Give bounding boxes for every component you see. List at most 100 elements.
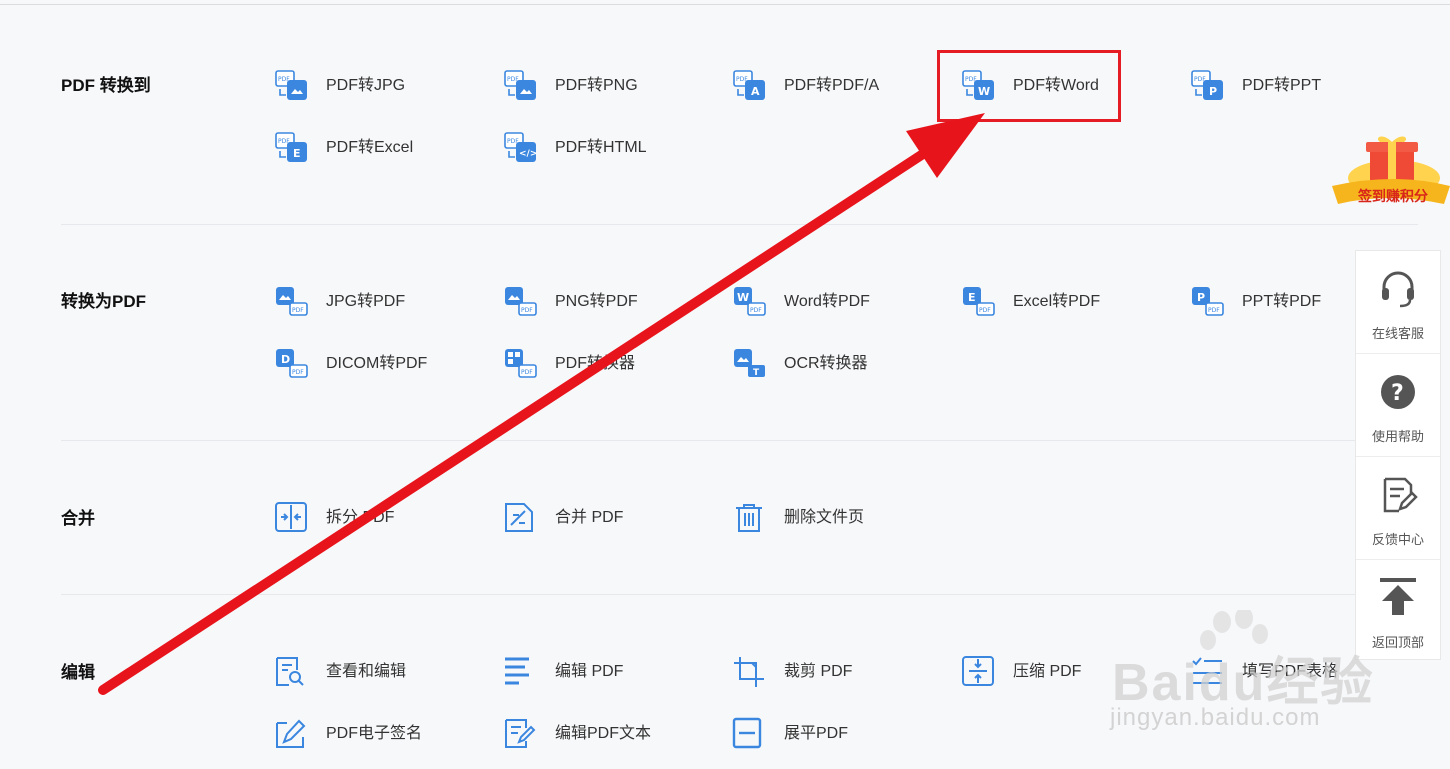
tool-label: PNG转PDF bbox=[555, 293, 638, 310]
tool-jpg-to-pdf[interactable]: PDF JPG转PDF bbox=[274, 285, 405, 319]
crop-pdf-icon bbox=[732, 655, 768, 689]
jpg-to-pdf-icon: PDF bbox=[274, 285, 310, 319]
sign-in-reward-badge[interactable]: 签到赚积分 bbox=[1328, 134, 1450, 214]
back-to-top-icon bbox=[1378, 578, 1418, 618]
excel-to-pdf-icon: E PDF bbox=[961, 285, 997, 319]
svg-text:PDF: PDF bbox=[292, 307, 304, 314]
tool-merge-pdf[interactable]: 合并 PDF bbox=[503, 501, 623, 535]
svg-text:PDF: PDF bbox=[292, 369, 304, 376]
tool-label: PDF电子签名 bbox=[326, 725, 423, 742]
svg-text:D: D bbox=[281, 353, 290, 366]
svg-text:P: P bbox=[1197, 291, 1205, 304]
flatten-pdf-icon bbox=[732, 717, 768, 751]
pdf-to-excel-icon: PDF E bbox=[274, 131, 310, 165]
tool-label: PPT转PDF bbox=[1242, 293, 1322, 310]
tool-edit-text[interactable]: 编辑PDF文本 bbox=[503, 717, 651, 751]
merge-pdf-icon bbox=[503, 501, 539, 535]
tool-split-pdf[interactable]: 拆分 PDF bbox=[274, 501, 394, 535]
tool-label: 编辑 PDF bbox=[555, 663, 624, 680]
tool-label: PDF转PPT bbox=[1242, 77, 1322, 94]
svg-text:P: P bbox=[1209, 85, 1217, 98]
tool-label: 编辑PDF文本 bbox=[555, 725, 652, 742]
tool-label: OCR转换器 bbox=[784, 355, 868, 372]
side-item-label: 在线客服 bbox=[1371, 326, 1424, 341]
tool-label: 删除文件页 bbox=[784, 509, 865, 526]
tool-delete-pages[interactable]: 删除文件页 bbox=[732, 501, 864, 535]
edit-pdf-icon bbox=[503, 655, 539, 689]
delete-pages-icon bbox=[732, 501, 768, 535]
tool-word-to-pdf[interactable]: W PDF Word转PDF bbox=[732, 285, 870, 319]
tool-label: PDF转PNG bbox=[555, 77, 638, 94]
tool-label: PDF转JPG bbox=[326, 77, 406, 94]
tool-fill-form[interactable]: 填写PDF表格 bbox=[1190, 655, 1338, 689]
side-item-feedback[interactable]: 反馈中心 bbox=[1356, 457, 1440, 560]
tool-label: 填写PDF表格 bbox=[1242, 663, 1339, 680]
pdf-to-pdfa-icon: PDF A bbox=[732, 69, 768, 103]
headset-icon bbox=[1378, 269, 1418, 309]
section-divider bbox=[61, 224, 1418, 225]
tool-png-to-pdf[interactable]: PDF PNG转PDF bbox=[503, 285, 638, 319]
compress-pdf-icon bbox=[961, 655, 997, 689]
svg-text:</>: </> bbox=[519, 149, 537, 159]
svg-text:PDF: PDF bbox=[521, 369, 533, 376]
png-to-pdf-icon: PDF bbox=[503, 285, 539, 319]
side-item-label: 反馈中心 bbox=[1371, 532, 1424, 547]
svg-text:T: T bbox=[753, 368, 760, 378]
pdf-converter-icon: PDF bbox=[503, 347, 539, 381]
side-item-online-service[interactable]: 在线客服 bbox=[1356, 251, 1440, 354]
tool-ocr-converter[interactable]: T OCR转换器 bbox=[732, 347, 868, 381]
tool-crop-pdf[interactable]: 裁剪 PDF bbox=[732, 655, 852, 689]
tool-label: 裁剪 PDF bbox=[784, 663, 853, 680]
tool-label: Word转PDF bbox=[784, 293, 870, 310]
annotation-arrow bbox=[98, 113, 985, 695]
tool-label: PDF转PDF/A bbox=[784, 77, 880, 94]
floating-side-panel: 在线客服 ? 使用帮助 反馈中心 返回顶部 bbox=[1355, 250, 1441, 660]
tool-label: 查看和编辑 bbox=[326, 663, 407, 680]
tool-label: 合并 PDF bbox=[555, 509, 624, 526]
tool-compress-pdf[interactable]: 压缩 PDF bbox=[961, 655, 1081, 689]
svg-text:E: E bbox=[293, 147, 301, 160]
pdf-to-html-icon: PDF </> bbox=[503, 131, 539, 165]
tool-pdf-to-pdfa[interactable]: PDF A PDF转PDF/A bbox=[732, 69, 879, 103]
pdf-to-jpg-icon: PDF bbox=[274, 69, 310, 103]
svg-text:PDF: PDF bbox=[1208, 307, 1220, 314]
help-icon: ? bbox=[1378, 372, 1418, 412]
svg-text:PDF: PDF bbox=[521, 307, 533, 314]
tool-flatten-pdf[interactable]: 展平PDF bbox=[732, 717, 848, 751]
tool-pdf-to-html[interactable]: PDF </> PDF转HTML bbox=[503, 131, 647, 165]
section-title-pdf-convert-to: PDF 转换到 bbox=[61, 76, 151, 95]
tool-label: PDF转HTML bbox=[555, 139, 647, 156]
svg-text:A: A bbox=[751, 85, 760, 98]
top-border bbox=[0, 4, 1450, 5]
tool-dicom-to-pdf[interactable]: D PDF DICOM转PDF bbox=[274, 347, 427, 381]
tool-edit-pdf[interactable]: 编辑 PDF bbox=[503, 655, 623, 689]
tool-e-signature[interactable]: PDF电子签名 bbox=[274, 717, 422, 751]
tool-pdf-to-jpg[interactable]: PDF PDF转JPG bbox=[274, 69, 405, 103]
tool-pdf-converter[interactable]: PDF PDF转换器 bbox=[503, 347, 635, 381]
tool-label: 压缩 PDF bbox=[1013, 663, 1082, 680]
gift-badge-label: 签到赚积分 bbox=[1358, 188, 1428, 204]
annotation-highlight-box bbox=[937, 50, 1121, 122]
side-item-label: 使用帮助 bbox=[1371, 429, 1424, 444]
fill-form-icon bbox=[1190, 655, 1226, 689]
section-divider bbox=[61, 440, 1418, 441]
side-item-help[interactable]: ? 使用帮助 bbox=[1356, 354, 1440, 457]
section-title-edit: 编辑 bbox=[61, 663, 95, 682]
view-edit-icon bbox=[274, 655, 310, 689]
tool-label: 拆分 PDF bbox=[326, 509, 395, 526]
tool-view-edit[interactable]: 查看和编辑 bbox=[274, 655, 406, 689]
tool-pdf-to-png[interactable]: PDF PDF转PNG bbox=[503, 69, 638, 103]
side-item-label: 返回顶部 bbox=[1371, 635, 1424, 650]
side-item-back-to-top[interactable]: 返回顶部 bbox=[1356, 560, 1440, 662]
pdf-to-ppt-icon: PDF P bbox=[1190, 69, 1226, 103]
pdf-to-png-icon: PDF bbox=[503, 69, 539, 103]
tool-excel-to-pdf[interactable]: E PDF Excel转PDF bbox=[961, 285, 1100, 319]
section-divider bbox=[61, 594, 1418, 595]
watermark-url: jingyan.baidu.com bbox=[1110, 704, 1321, 731]
section-title-merge: 合并 bbox=[61, 509, 95, 528]
tool-pdf-to-ppt[interactable]: PDF P PDF转PPT bbox=[1190, 69, 1321, 103]
ppt-to-pdf-icon: P PDF bbox=[1190, 285, 1226, 319]
tool-ppt-to-pdf[interactable]: P PDF PPT转PDF bbox=[1190, 285, 1321, 319]
tool-pdf-to-excel[interactable]: PDF E PDF转Excel bbox=[274, 131, 413, 165]
tool-label: Excel转PDF bbox=[1013, 293, 1101, 310]
